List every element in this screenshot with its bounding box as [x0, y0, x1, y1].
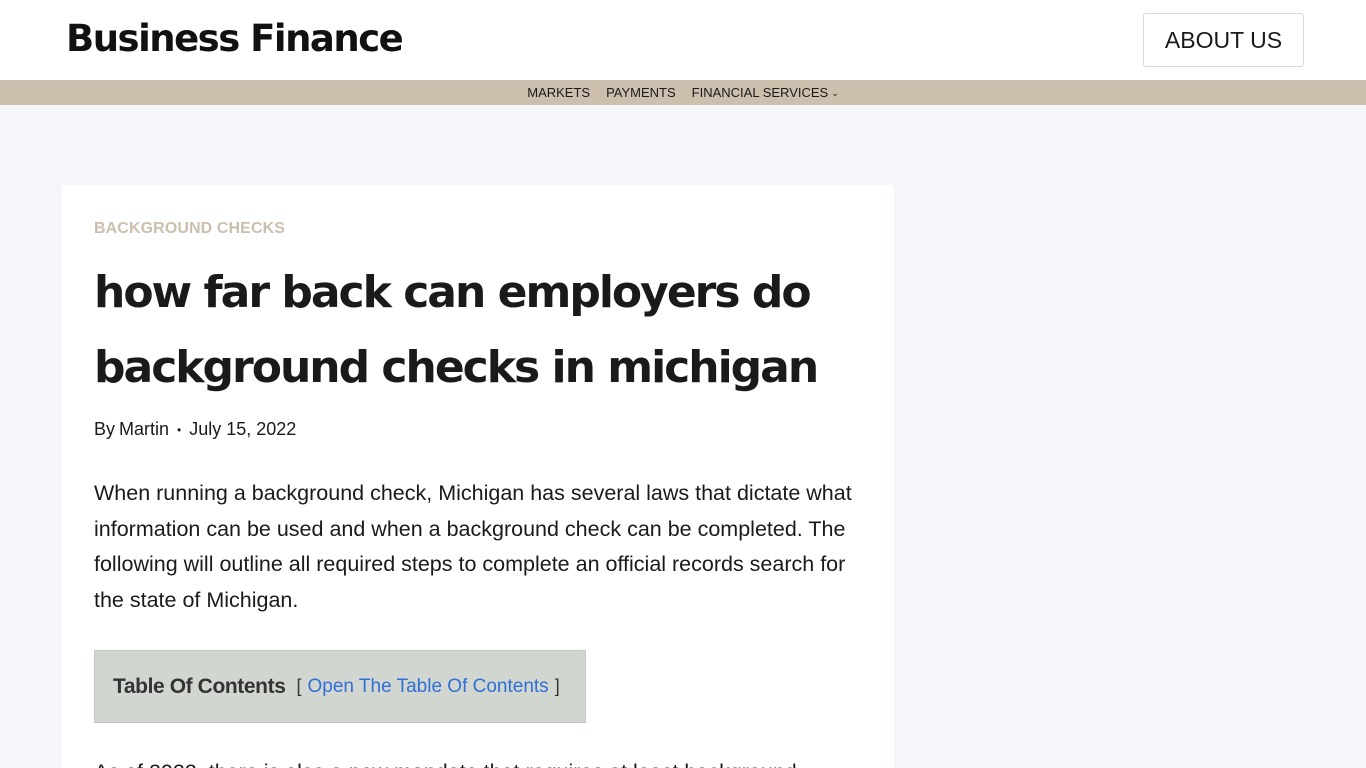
- site-logo[interactable]: Business Finance: [66, 14, 404, 64]
- nav-item-payments[interactable]: PAYMENTS: [598, 85, 684, 100]
- nav-item-financial-services[interactable]: FINANCIAL SERVICES ⌄: [684, 85, 847, 100]
- nav-item-label: FINANCIAL SERVICES: [691, 85, 829, 100]
- publish-date: July 15, 2022: [189, 419, 297, 439]
- meta-separator: •: [177, 422, 182, 437]
- toc-toggle-link[interactable]: Open The Table Of Contents: [308, 676, 549, 698]
- nav-item-markets[interactable]: MARKETS: [519, 85, 598, 100]
- article-meta: By Martin • July 15, 2022: [94, 419, 296, 440]
- category-link[interactable]: BACKGROUND CHECKS: [94, 220, 285, 238]
- article-title: how far back can employers do background…: [94, 267, 819, 393]
- toc-open-bracket: [: [296, 676, 302, 696]
- main-nav: MARKETS PAYMENTS FINANCIAL SERVICES ⌄: [0, 80, 1366, 105]
- chevron-down-icon: ⌄: [831, 88, 839, 98]
- toc-close-bracket: ]: [554, 676, 560, 696]
- body-paragraph: As of 2022, there is also a new mandate …: [94, 755, 864, 768]
- byline-prefix: By: [94, 419, 116, 439]
- toc-title: Table Of Contents: [113, 674, 286, 698]
- author-link[interactable]: Martin: [119, 419, 169, 440]
- site-header: Business Finance ABOUT US: [0, 0, 1366, 80]
- article-card: BACKGROUND CHECKS how far back can emplo…: [62, 185, 894, 768]
- about-us-button[interactable]: ABOUT US: [1143, 13, 1304, 67]
- table-of-contents: Table Of Contents [ Open The Table Of Co…: [94, 650, 586, 723]
- intro-paragraph: When running a background check, Michiga…: [94, 481, 852, 612]
